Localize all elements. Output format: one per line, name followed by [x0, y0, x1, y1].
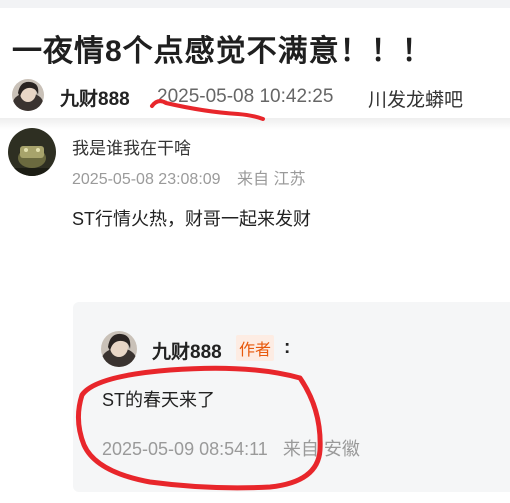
comment-author-name[interactable]: 我是谁我在干啥	[72, 134, 191, 159]
forum-link[interactable]: 川发龙蟒吧	[368, 85, 463, 112]
reply-colon: :	[284, 337, 291, 358]
header-divider	[0, 118, 510, 130]
reply-author-avatar[interactable]	[101, 331, 137, 367]
comment-meta: 2025-05-08 23:08:09 来自 江苏	[72, 165, 305, 189]
comment-text: ST行情火热，财哥一起来发财	[72, 209, 311, 229]
reply-timestamp: 2025-05-09 08:54:11	[102, 439, 268, 459]
comment-location: 来自 江苏	[237, 171, 306, 188]
comment-timestamp: 2025-05-08 23:08:09	[72, 171, 221, 188]
reply-author-name[interactable]: 九财888	[152, 337, 222, 364]
top-bar	[0, 0, 510, 8]
comment-author-avatar[interactable]	[8, 128, 56, 176]
reply-location: 来自 安徽	[282, 439, 360, 459]
author-badge: 作者	[236, 335, 275, 361]
reply-text: ST的春天来了	[102, 390, 216, 410]
post-timestamp: 2025-05-08 10:42:25	[157, 86, 334, 107]
post-title: 一夜情8个点感觉不满意！！！	[12, 35, 433, 68]
post-author-avatar[interactable]	[12, 79, 44, 111]
post-author-name[interactable]: 九财888	[60, 84, 130, 111]
reply-meta: 2025-05-09 08:54:11 来自 安徽	[102, 435, 360, 461]
